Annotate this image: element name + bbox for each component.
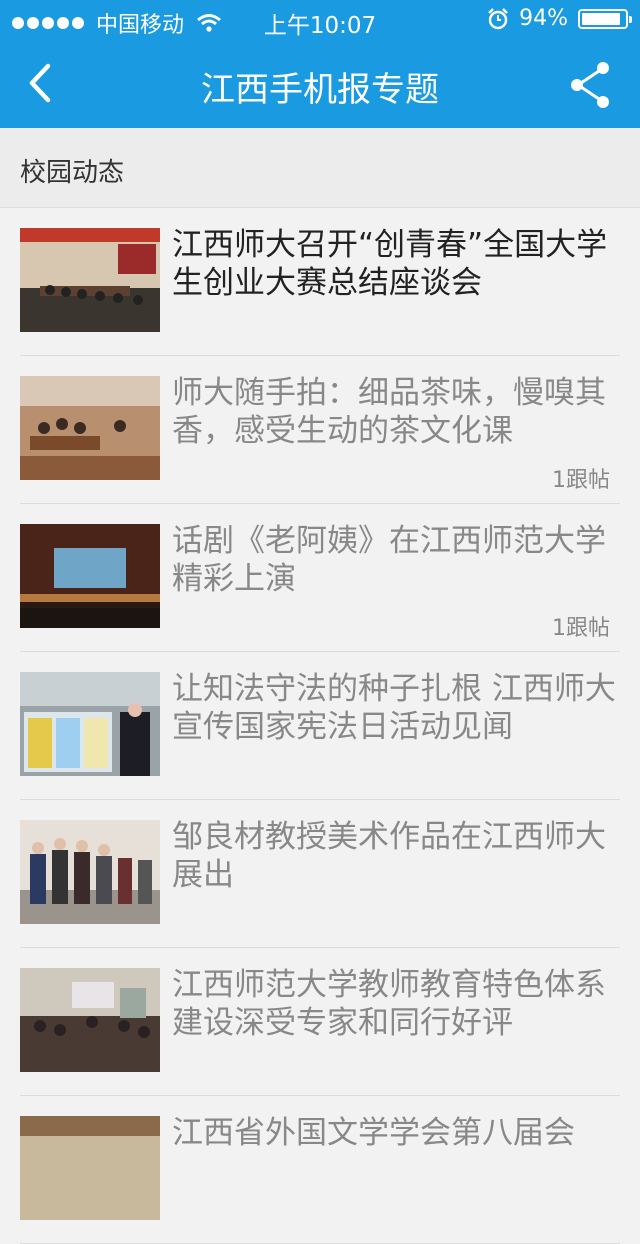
section-header: 校园动态 — [0, 128, 640, 208]
page-title: 江西手机报专题 — [201, 70, 439, 110]
article-thumbnail — [20, 376, 160, 480]
share-icon[interactable] — [568, 60, 612, 110]
article-thumbnail — [20, 228, 160, 332]
article-title: 邹良材教授美术作品在江西师大展出 — [172, 819, 606, 893]
list-item[interactable]: 江西师范大学教师教育特色体系建设深受专家和同行好评 — [20, 948, 620, 1096]
article-title: 江西师大召开“创青春”全国大学生创业大赛总结座谈会 — [172, 227, 608, 301]
article-thumbnail — [20, 672, 160, 776]
article-title: 江西师范大学教师教育特色体系建设深受专家和同行好评 — [172, 967, 606, 1041]
list-item[interactable]: 江西省外国文学学会第八届会 — [20, 1096, 620, 1244]
section-title: 校园动态 — [20, 158, 125, 188]
article-thumbnail — [20, 820, 160, 924]
status-right: 94% — [487, 6, 632, 31]
article-title: 师大随手拍：细品茶味，慢嗅其香，感受生动的茶文化课 — [172, 375, 606, 449]
status-bar: 中国移动 上午10:07 94% — [0, 0, 640, 40]
battery-icon — [578, 8, 632, 29]
battery-fill — [582, 12, 620, 25]
alarm-icon — [488, 7, 508, 29]
article-title: 话剧《老阿姨》在江西师范大学精彩上演 — [172, 523, 606, 597]
list-item[interactable]: 话剧《老阿姨》在江西师范大学精彩上演 1跟帖 — [20, 504, 620, 652]
list-item[interactable]: 让知法守法的种子扎根 江西师大宣传国家宪法日活动见闻 — [20, 652, 620, 800]
article-list: 江西师大召开“创青春”全国大学生创业大赛总结座谈会 师大随手拍：细品茶味，慢嗅其… — [0, 208, 640, 1244]
list-item[interactable]: 师大随手拍：细品茶味，慢嗅其香，感受生动的茶文化课 1跟帖 — [20, 356, 620, 504]
article-thumbnail — [20, 524, 160, 628]
list-item[interactable]: 江西师大召开“创青春”全国大学生创业大赛总结座谈会 — [20, 208, 620, 356]
list-item[interactable]: 邹良材教授美术作品在江西师大展出 — [20, 800, 620, 948]
article-thumbnail — [20, 968, 160, 1072]
reply-count: 1跟帖 — [552, 616, 610, 641]
top-bar: 中国移动 上午10:07 94% 江西手机报专题 — [0, 0, 640, 128]
article-thumbnail — [20, 1116, 160, 1220]
article-title: 让知法守法的种子扎根 江西师大宣传国家宪法日活动见闻 — [172, 671, 616, 745]
battery-percent: 94% — [519, 6, 568, 31]
article-title: 江西省外国文学学会第八届会 — [172, 1115, 575, 1151]
reply-count: 1跟帖 — [552, 468, 610, 493]
